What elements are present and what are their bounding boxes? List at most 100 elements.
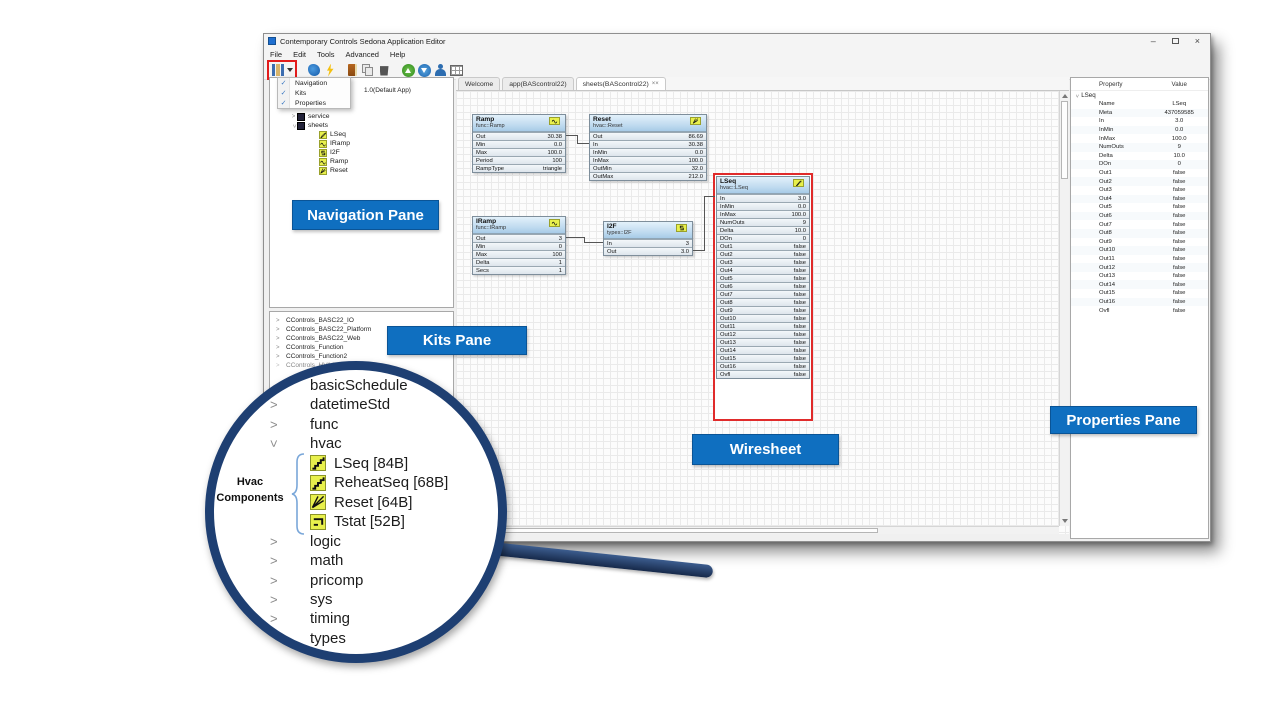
property-row-out2[interactable]: Out2false — [1071, 177, 1208, 186]
nav-root-node[interactable]: 1.0(Default App) — [364, 87, 411, 94]
menu-file[interactable]: File — [270, 50, 282, 59]
block-slot-ramptype[interactable]: RampTypetriangle — [473, 164, 565, 172]
chevron-right-icon[interactable]: > — [276, 336, 286, 342]
block-slot-out11[interactable]: Out11false — [717, 322, 809, 330]
block-slot-out10[interactable]: Out10false — [717, 314, 809, 322]
minimize-button[interactable]: – — [1151, 36, 1156, 46]
block-slot-out3[interactable]: Out3false — [717, 258, 809, 266]
block-slot-inmax[interactable]: InMax100.0 — [590, 156, 706, 164]
property-row-inmax[interactable]: InMax100.0 — [1071, 134, 1208, 143]
property-row-out4[interactable]: Out4false — [1071, 195, 1208, 204]
grid-button[interactable] — [448, 62, 464, 78]
properties-group-row[interactable]: > LSeq — [1071, 91, 1208, 100]
put-app-button[interactable] — [400, 62, 416, 78]
property-row-meta[interactable]: Meta437059585 — [1071, 109, 1208, 118]
user-button[interactable] — [432, 62, 448, 78]
block-slot-out16[interactable]: Out16false — [717, 362, 809, 370]
block-slot-period[interactable]: Period100 — [473, 156, 565, 164]
block-header[interactable]: Rampfunc::Ramp — [473, 115, 565, 132]
block-slot-min[interactable]: Min0.0 — [473, 140, 565, 148]
chevron-right-icon[interactable]: > — [290, 114, 297, 120]
block-slot-ovfl[interactable]: Ovflfalse — [717, 370, 809, 378]
get-app-button[interactable] — [416, 62, 432, 78]
chevron-down-icon[interactable]: > — [291, 122, 297, 129]
block-slot-out13[interactable]: Out13false — [717, 338, 809, 346]
property-row-out8[interactable]: Out8false — [1071, 229, 1208, 238]
tree-item-sheets[interactable]: >sheets — [270, 121, 453, 130]
block-slot-out12[interactable]: Out12false — [717, 330, 809, 338]
tab-welcome[interactable]: Welcome — [458, 77, 500, 90]
block-slot-min[interactable]: Min0 — [473, 242, 565, 250]
property-row-numouts[interactable]: NumOuts9 — [1071, 143, 1208, 152]
block-slot-in[interactable]: In30.38 — [590, 140, 706, 148]
block-slot-out[interactable]: Out30.38 — [473, 132, 565, 140]
chevron-right-icon[interactable]: > — [276, 345, 286, 351]
function-block-ramp[interactable]: Rampfunc::RampOut30.38Min0.0Max100.0Peri… — [472, 114, 566, 173]
block-slot-don[interactable]: DOn0 — [717, 234, 809, 242]
property-row-out7[interactable]: Out7false — [1071, 220, 1208, 229]
chevron-right-icon[interactable]: > — [276, 363, 286, 369]
panes-toggle-caret-button[interactable] — [286, 62, 294, 78]
block-slot-max[interactable]: Max100 — [473, 250, 565, 258]
delete-button[interactable] — [376, 62, 392, 78]
block-slot-out9[interactable]: Out9false — [717, 306, 809, 314]
tree-item-ramp[interactable]: Ramp — [270, 157, 453, 166]
function-block-i2f[interactable]: I2Ftypes::I2FIn3Out3.0 — [603, 221, 693, 256]
block-slot-out15[interactable]: Out15false — [717, 354, 809, 362]
close-button[interactable]: × — [1195, 36, 1200, 46]
block-slot-delta[interactable]: Delta10.0 — [717, 226, 809, 234]
property-row-out1[interactable]: Out1false — [1071, 169, 1208, 178]
property-row-out12[interactable]: Out12false — [1071, 263, 1208, 272]
menu-advanced[interactable]: Advanced — [346, 50, 379, 59]
property-row-out3[interactable]: Out3false — [1071, 186, 1208, 195]
vertical-scrollbar[interactable] — [1059, 91, 1069, 526]
kits-book-button[interactable] — [344, 62, 360, 78]
property-row-inmin[interactable]: InMin0.0 — [1071, 126, 1208, 135]
block-slot-inmin[interactable]: InMin0.0 — [590, 148, 706, 156]
tab-app-bascontrol22-[interactable]: app(BAScontrol22) — [502, 77, 573, 90]
menu-tools[interactable]: Tools — [317, 50, 335, 59]
block-slot-in[interactable]: In3 — [604, 239, 692, 247]
tab-sheets-bascontrol22-[interactable]: sheets(BAScontrol22)×× — [576, 77, 666, 90]
block-slot-inmax[interactable]: InMax100.0 — [717, 210, 809, 218]
block-slot-outmin[interactable]: OutMin32.0 — [590, 164, 706, 172]
function-block-reset[interactable]: Resethvac::ResetOut86.69In30.38InMin0.0I… — [589, 114, 707, 181]
block-slot-out2[interactable]: Out2false — [717, 250, 809, 258]
block-slot-out7[interactable]: Out7false — [717, 290, 809, 298]
block-slot-secs[interactable]: Secs1 — [473, 266, 565, 274]
property-row-delta[interactable]: Delta10.0 — [1071, 152, 1208, 161]
chevron-right-icon[interactable]: > — [276, 327, 286, 333]
copy-button[interactable] — [360, 62, 376, 78]
dropdown-item-properties[interactable]: ✓Properties — [278, 98, 350, 108]
property-row-ovfl[interactable]: Ovflfalse — [1071, 306, 1208, 315]
dropdown-item-navigation[interactable]: ✓Navigation — [278, 78, 350, 88]
block-slot-out8[interactable]: Out8false — [717, 298, 809, 306]
property-row-don[interactable]: DOn0 — [1071, 160, 1208, 169]
block-header[interactable]: Resethvac::Reset — [590, 115, 706, 132]
block-slot-numouts[interactable]: NumOuts9 — [717, 218, 809, 226]
property-row-out13[interactable]: Out13false — [1071, 272, 1208, 281]
panes-toggle-button[interactable] — [270, 62, 286, 78]
block-slot-out1[interactable]: Out1false — [717, 242, 809, 250]
block-header[interactable]: LSeqhvac::LSeq — [717, 177, 809, 194]
block-header[interactable]: I2Ftypes::I2F — [604, 222, 692, 239]
wiresheet-canvas[interactable]: Rampfunc::RampOut30.38Min0.0Max100.0Peri… — [456, 91, 1069, 534]
maximize-button[interactable] — [1172, 38, 1179, 44]
block-header[interactable]: IRampfunc::IRamp — [473, 217, 565, 234]
scroll-down-icon[interactable] — [1062, 519, 1068, 523]
lightning-button[interactable] — [322, 62, 338, 78]
tree-item-service[interactable]: >service — [270, 112, 453, 121]
property-row-out11[interactable]: Out11false — [1071, 255, 1208, 264]
horizontal-scrollbar[interactable] — [456, 526, 1059, 534]
block-slot-out14[interactable]: Out14false — [717, 346, 809, 354]
property-row-out15[interactable]: Out15false — [1071, 289, 1208, 298]
block-slot-in[interactable]: In3.0 — [717, 194, 809, 202]
block-slot-delta[interactable]: Delta1 — [473, 258, 565, 266]
property-row-out9[interactable]: Out9false — [1071, 238, 1208, 247]
dropdown-item-kits[interactable]: ✓Kits — [278, 88, 350, 98]
property-row-name[interactable]: NameLSeq — [1071, 100, 1208, 109]
function-block-iramp[interactable]: IRampfunc::IRampOut3Min0Max100Delta1Secs… — [472, 216, 566, 275]
scroll-up-icon[interactable] — [1062, 94, 1068, 98]
menu-help[interactable]: Help — [390, 50, 405, 59]
property-row-out10[interactable]: Out10false — [1071, 246, 1208, 255]
